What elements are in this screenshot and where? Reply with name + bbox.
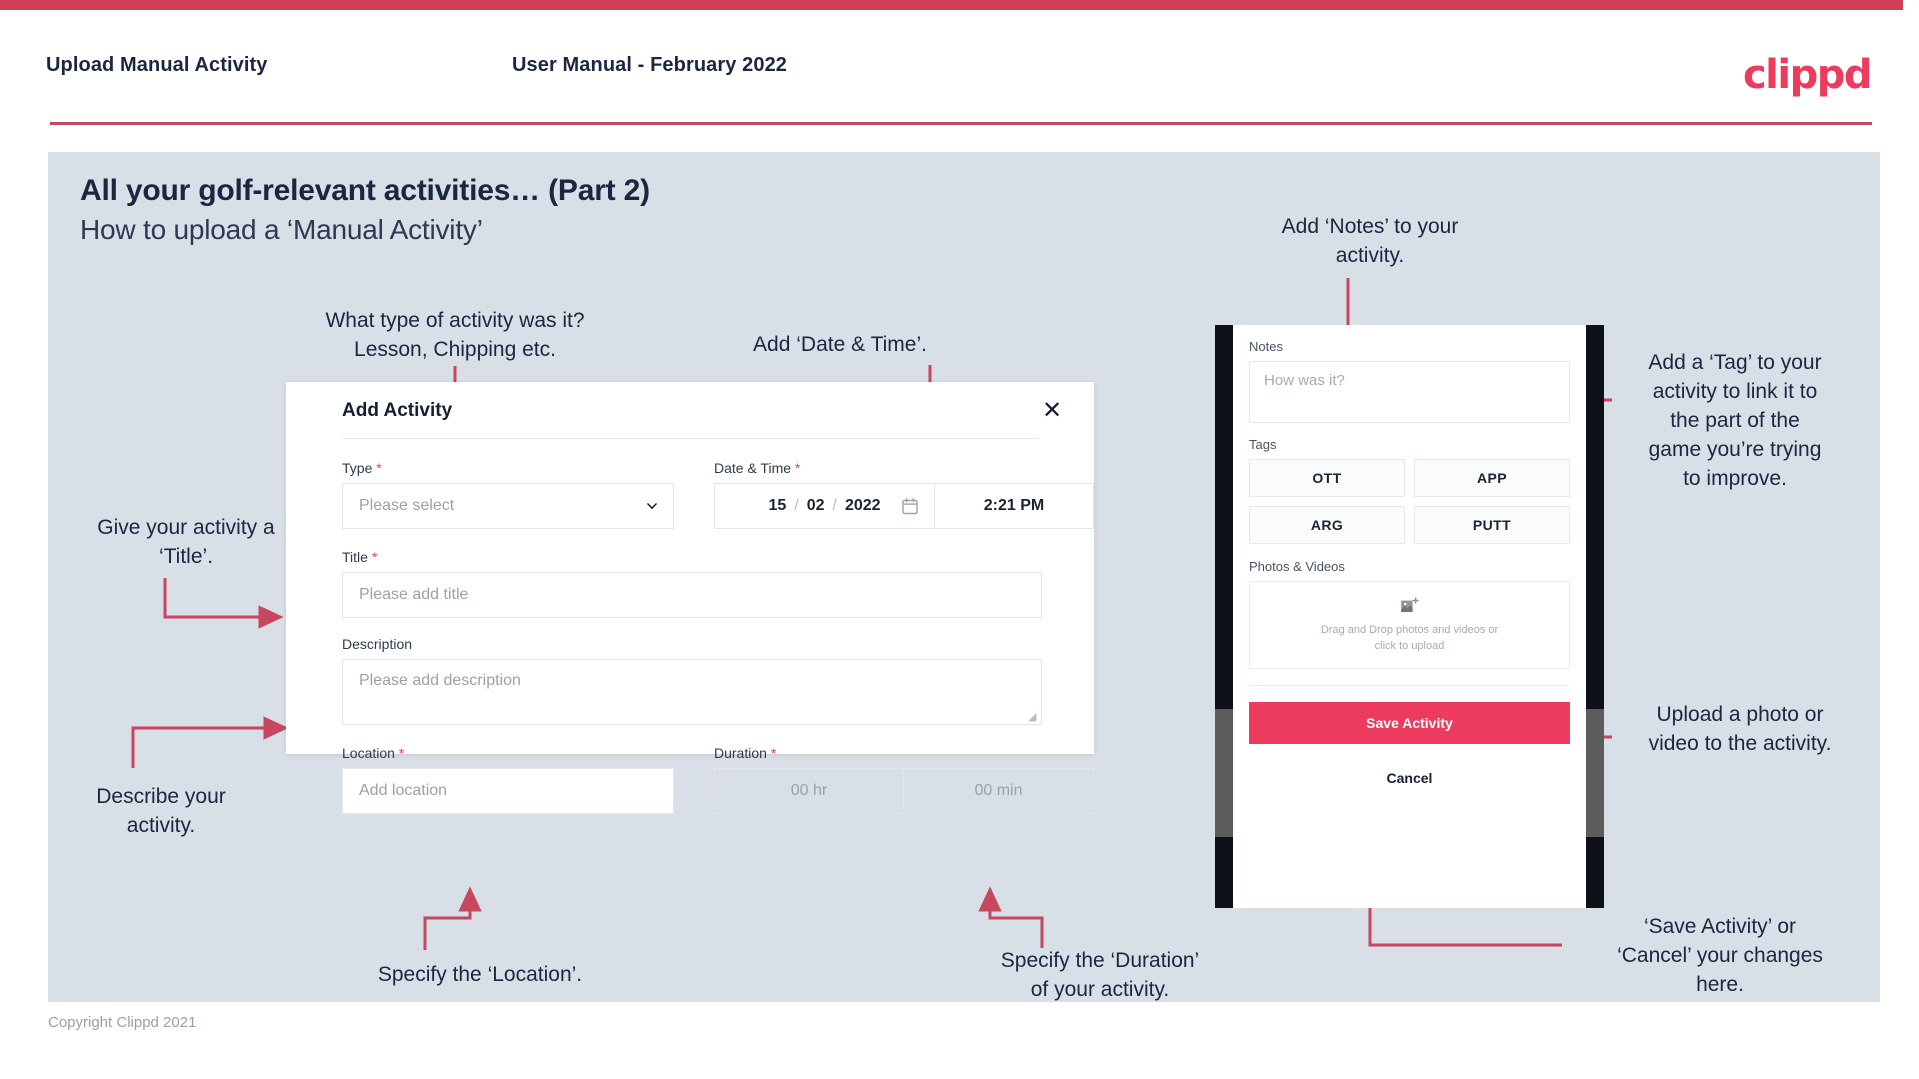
required-marker-title: * bbox=[371, 549, 378, 565]
tag-button-ott[interactable]: OTT bbox=[1249, 459, 1405, 497]
required-marker-type: * bbox=[376, 460, 382, 476]
tags-grid: OTT APP ARG PUTT bbox=[1249, 459, 1570, 544]
date-input[interactable]: 15 / 02 / 2022 bbox=[714, 483, 934, 529]
date-day: 15 bbox=[768, 497, 787, 514]
photos-label: Photos & Videos bbox=[1249, 559, 1345, 574]
date-sep-2: / bbox=[832, 497, 837, 514]
required-marker-datetime: * bbox=[794, 460, 801, 476]
notes-input[interactable]: How was it? bbox=[1249, 361, 1570, 423]
annotation-description: Describe your activity. bbox=[96, 785, 226, 837]
add-image-icon bbox=[1400, 596, 1419, 612]
resize-handle-icon[interactable]: ◢ bbox=[1028, 712, 1038, 723]
dropzone-text: Drag and Drop photos and videos or click… bbox=[1321, 622, 1498, 654]
title-input[interactable]: Please add title bbox=[342, 572, 1042, 618]
page-header: Upload Manual Activity User Manual - Feb… bbox=[0, 10, 1919, 126]
field-label-description: Description bbox=[342, 636, 1042, 652]
photo-dropzone[interactable]: Drag and Drop photos and videos or click… bbox=[1249, 581, 1570, 669]
dropzone-line-1: Drag and Drop photos and videos or bbox=[1320, 623, 1499, 636]
field-label-type: Type * bbox=[342, 460, 674, 476]
duration-hours-input[interactable]: 00 hr bbox=[714, 768, 904, 814]
cancel-button[interactable]: Cancel bbox=[1249, 760, 1570, 796]
duration-controls: 00 hr 00 min bbox=[714, 768, 1094, 814]
title-input-placeholder: Please add title bbox=[359, 586, 469, 603]
date-sep-1: / bbox=[794, 497, 799, 514]
field-location: Location * Add location bbox=[342, 745, 674, 814]
dropzone-line-2: click to upload bbox=[1374, 639, 1445, 652]
annotation-upload: Upload a photo or video to the activity. bbox=[1648, 703, 1832, 755]
datetime-controls: 15 / 02 / 2022 2:21 PM bbox=[714, 483, 1094, 529]
top-strip-cap bbox=[1903, 0, 1919, 10]
label-text-type: Type bbox=[342, 460, 373, 476]
field-label-duration: Duration * bbox=[714, 745, 1094, 761]
slide-title: All your golf-relevant activities… (Part… bbox=[80, 174, 650, 207]
annotation-type: What type of activity was it? Lesson, Ch… bbox=[325, 309, 585, 361]
annotation-notes: Add ‘Notes’ to your activity. bbox=[1281, 215, 1459, 267]
type-select-value: Please select bbox=[359, 497, 455, 514]
phone-frame-left-grey bbox=[1215, 709, 1233, 837]
tag-button-putt[interactable]: PUTT bbox=[1414, 506, 1570, 544]
annotation-datetime: Add ‘Date & Time’. bbox=[753, 333, 927, 356]
annotation-duration: Specify the ‘Duration’ of your activity. bbox=[1000, 949, 1200, 1001]
location-input[interactable]: Add location bbox=[342, 768, 674, 814]
field-duration: Duration * 00 hr 00 min bbox=[714, 745, 1094, 814]
required-marker-location: * bbox=[398, 745, 405, 761]
field-datetime: Date & Time * 15 / 02 / 2022 2:21 PM bbox=[714, 460, 1094, 529]
field-description: Description Please add description ◢ bbox=[342, 636, 1042, 725]
clippd-logo: clippd bbox=[1742, 52, 1873, 98]
field-label-title: Title * bbox=[342, 549, 1042, 565]
annotation-location: Specify the ‘Location’. bbox=[377, 963, 583, 986]
footer-copyright: Copyright Clippd 2021 bbox=[48, 1014, 197, 1031]
page-subtitle: User Manual - February 2022 bbox=[512, 54, 788, 76]
header-divider bbox=[50, 122, 1872, 125]
slide-root: Upload Manual Activity User Manual - Feb… bbox=[0, 0, 1919, 1079]
dialog-header: Add Activity ✕ bbox=[286, 382, 1094, 438]
annotation-tags: Add a ‘Tag’ to your activity to link it … bbox=[1648, 351, 1822, 490]
phone-frame-right-grey bbox=[1586, 709, 1604, 837]
label-text-description: Description bbox=[342, 636, 413, 652]
time-value: 2:21 PM bbox=[983, 497, 1045, 514]
phone-frame-left bbox=[1215, 325, 1233, 908]
required-marker-duration: * bbox=[770, 745, 777, 761]
tags-label: Tags bbox=[1249, 437, 1277, 452]
page-title: Upload Manual Activity bbox=[46, 54, 268, 76]
calendar-icon[interactable] bbox=[902, 498, 918, 515]
label-text-title: Title bbox=[342, 549, 368, 565]
slide-subtitle: How to upload a ‘Manual Activity’ bbox=[80, 214, 483, 245]
dialog-body: Type * Please select Date & Time * 15 / … bbox=[286, 438, 1094, 814]
close-icon[interactable]: ✕ bbox=[1038, 396, 1066, 424]
phone-mockup: Notes How was it? Tags OTT APP ARG PUTT … bbox=[1215, 325, 1604, 908]
save-activity-button[interactable]: Save Activity bbox=[1249, 702, 1570, 744]
time-input[interactable]: 2:21 PM bbox=[934, 483, 1094, 529]
chevron-down-icon bbox=[647, 503, 657, 509]
location-placeholder: Add location bbox=[359, 782, 448, 799]
label-text-location: Location bbox=[342, 745, 395, 761]
notes-placeholder: How was it? bbox=[1264, 372, 1345, 389]
annotation-save-cancel: ‘Save Activity’ or ‘Cancel’ your changes… bbox=[1617, 915, 1823, 996]
tag-button-arg[interactable]: ARG bbox=[1249, 506, 1405, 544]
dialog-title: Add Activity bbox=[342, 400, 453, 421]
field-title: Title * Please add title bbox=[342, 549, 1042, 618]
description-textarea[interactable]: Please add description ◢ bbox=[342, 659, 1042, 725]
phone-screen: Notes How was it? Tags OTT APP ARG PUTT … bbox=[1233, 325, 1586, 908]
duration-minutes-placeholder: 00 min bbox=[974, 782, 1023, 799]
date-month: 02 bbox=[806, 497, 825, 514]
description-placeholder: Please add description bbox=[359, 672, 521, 689]
phone-frame-right bbox=[1586, 325, 1604, 908]
field-label-location: Location * bbox=[342, 745, 674, 761]
label-text-datetime: Date & Time bbox=[714, 460, 792, 476]
duration-minutes-input[interactable]: 00 min bbox=[904, 768, 1094, 814]
phone-divider bbox=[1249, 685, 1570, 686]
label-text-duration: Duration bbox=[714, 745, 767, 761]
field-type: Type * Please select bbox=[342, 460, 674, 529]
add-activity-dialog: Add Activity ✕ Type * Please select Date… bbox=[286, 382, 1094, 814]
field-label-datetime: Date & Time * bbox=[714, 460, 1094, 476]
tag-button-app[interactable]: APP bbox=[1414, 459, 1570, 497]
notes-label: Notes bbox=[1249, 339, 1283, 354]
type-select[interactable]: Please select bbox=[342, 483, 674, 529]
duration-hours-placeholder: 00 hr bbox=[790, 782, 828, 799]
date-year: 2022 bbox=[844, 497, 881, 514]
top-brand-strip bbox=[0, 0, 1919, 10]
